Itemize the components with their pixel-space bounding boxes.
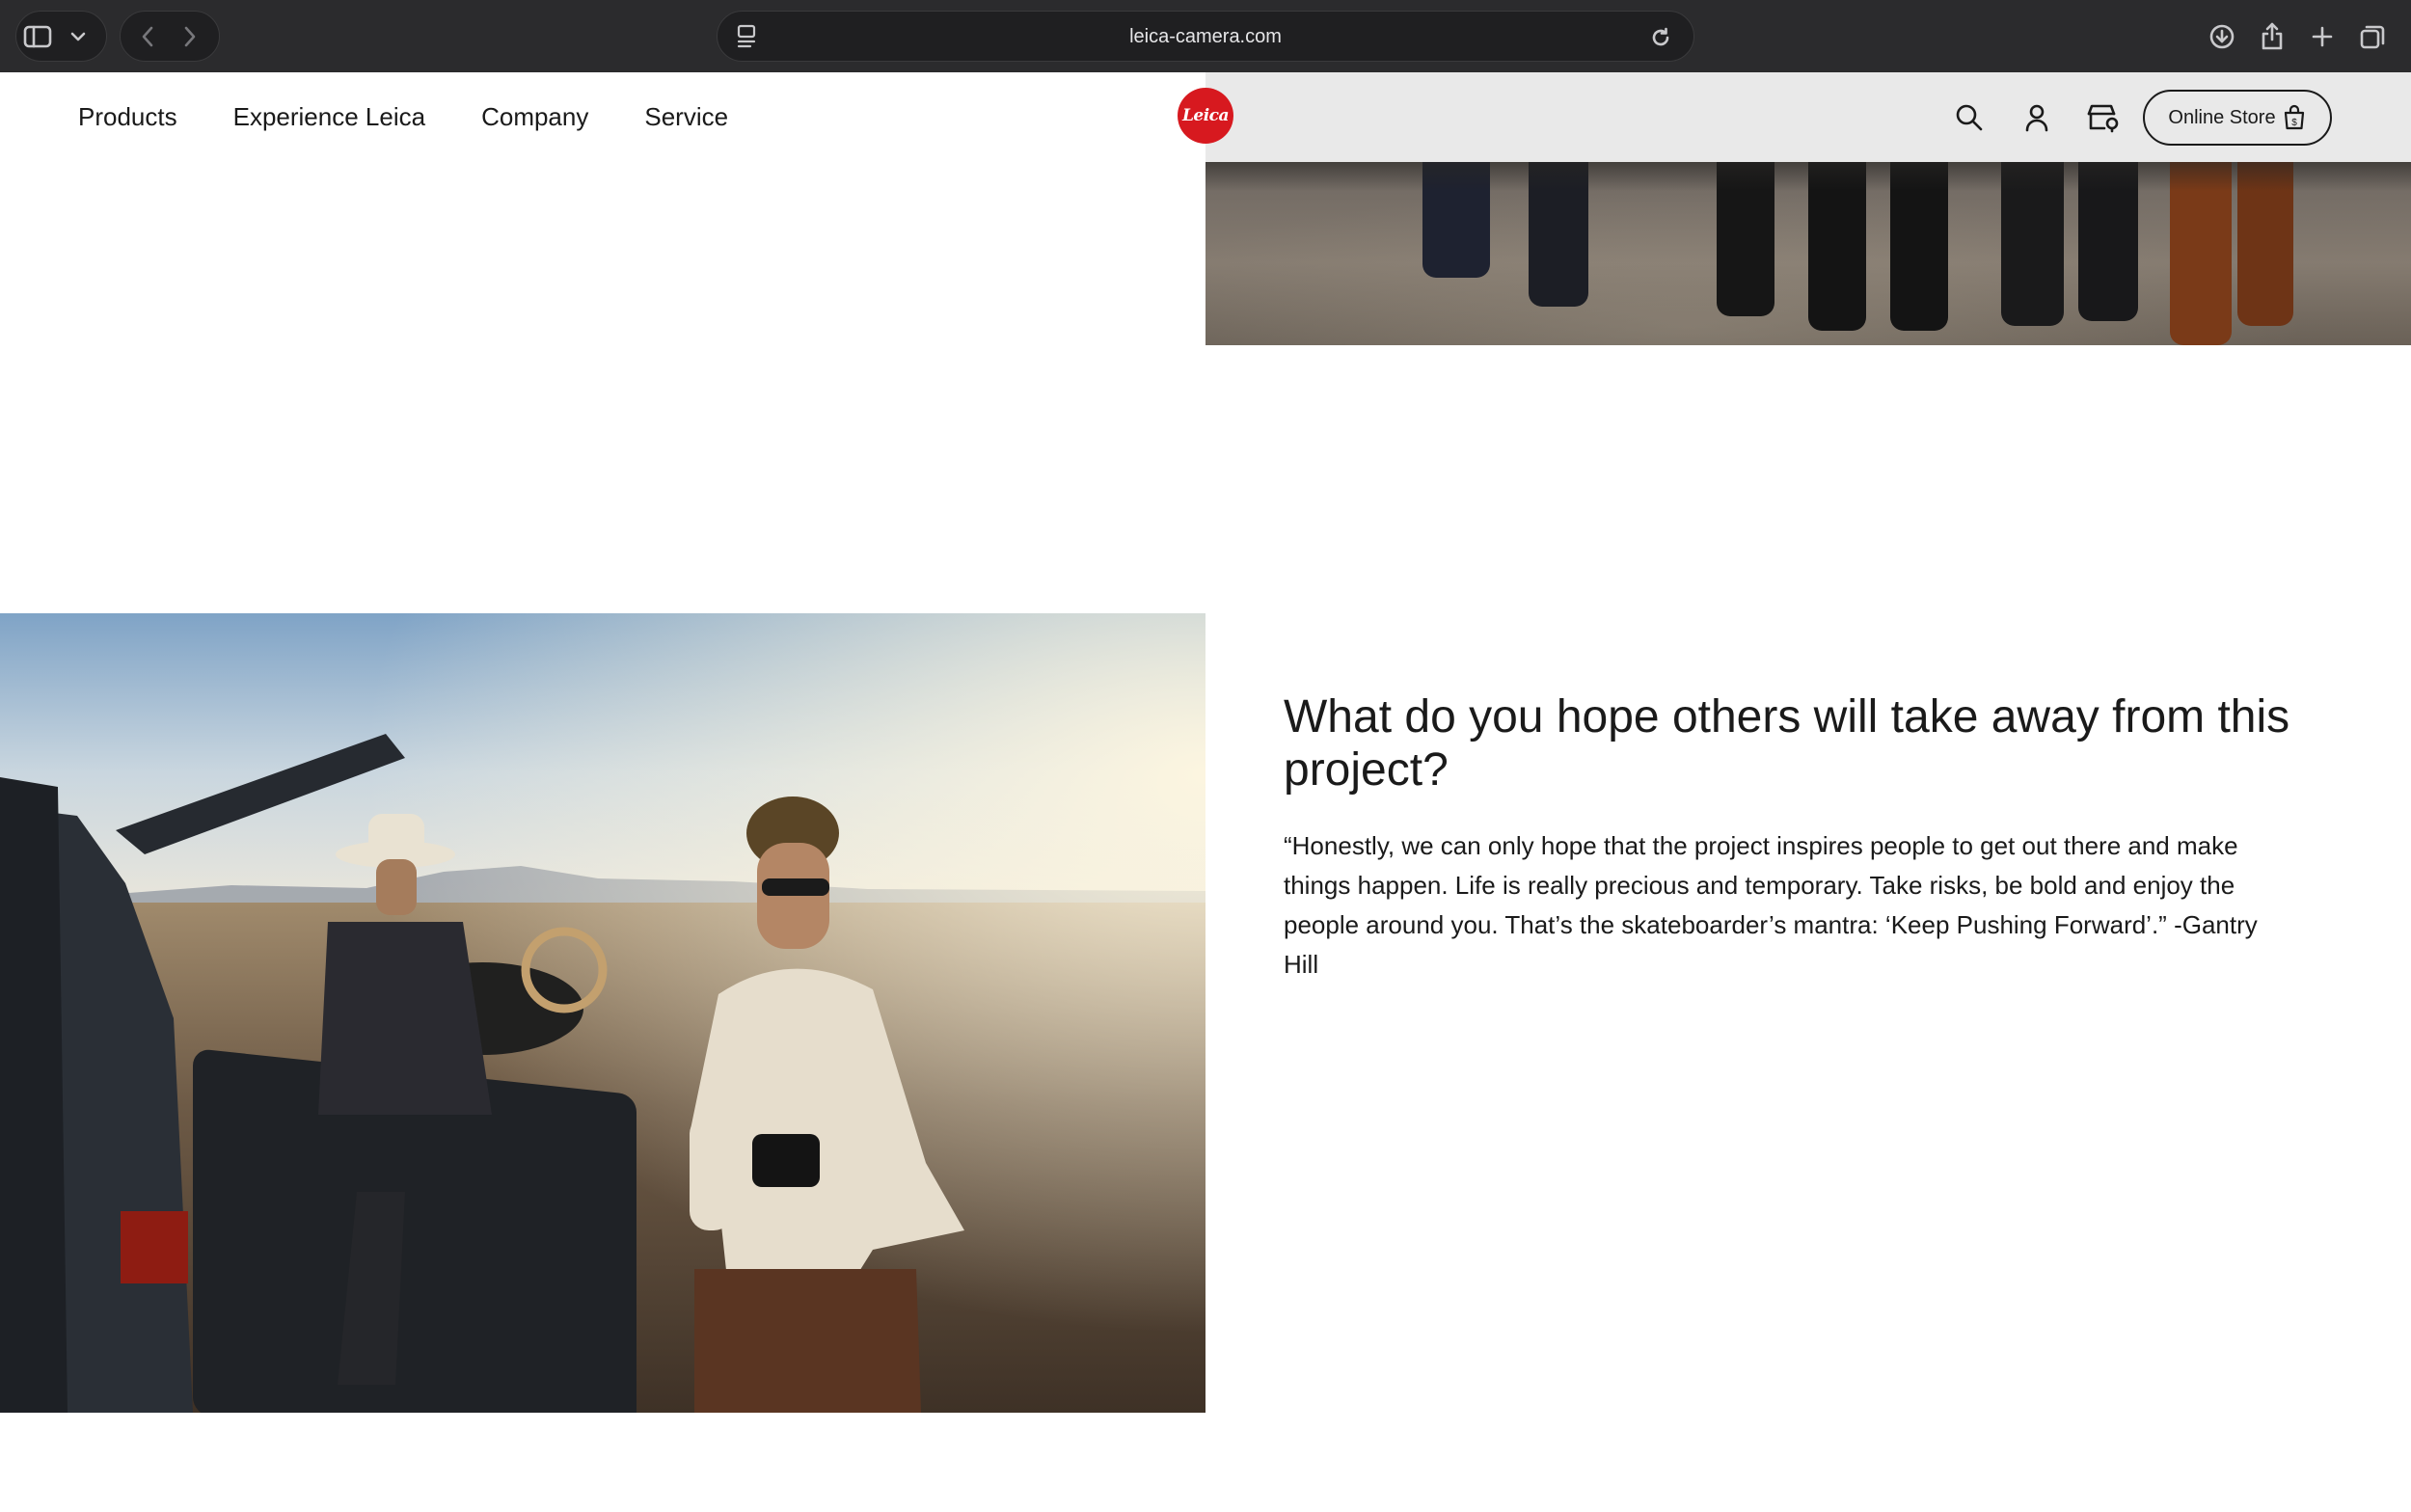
address-bar[interactable]: leica-camera.com bbox=[717, 11, 1694, 62]
nav-products[interactable]: Products bbox=[78, 102, 177, 132]
article-question: What do you hope others will take away f… bbox=[1284, 691, 2290, 796]
logo-wordmark: Leica bbox=[1181, 106, 1230, 125]
reload-icon[interactable] bbox=[1639, 16, 1682, 59]
account-icon[interactable] bbox=[2017, 97, 2057, 138]
main-nav: Products Experience Leica Company Servic… bbox=[78, 72, 784, 162]
article-photo-desert bbox=[0, 613, 1206, 1413]
chevron-down-icon[interactable] bbox=[59, 15, 97, 58]
article-photo-legs bbox=[1206, 162, 2411, 345]
nav-service[interactable]: Service bbox=[644, 102, 728, 132]
tabs-overview-icon[interactable] bbox=[2347, 15, 2397, 58]
shopping-bag-icon: $ bbox=[2284, 104, 2304, 130]
forward-icon[interactable] bbox=[169, 15, 211, 58]
nav-company[interactable]: Company bbox=[481, 102, 588, 132]
browser-actions bbox=[2197, 11, 2397, 62]
article-answer: “Honestly, we can only hope that the pro… bbox=[1284, 831, 2258, 979]
back-icon[interactable] bbox=[126, 15, 169, 58]
leica-logo[interactable]: Leica bbox=[1178, 88, 1233, 144]
svg-text:$: $ bbox=[2291, 118, 2297, 128]
download-icon[interactable] bbox=[2197, 15, 2247, 58]
online-store-label: Online Store bbox=[2168, 106, 2276, 128]
desert-scene-illustration bbox=[0, 613, 1206, 1413]
store-locator-icon[interactable] bbox=[2083, 97, 2124, 138]
browser-toolbar: leica-camera.com bbox=[0, 0, 2411, 72]
share-icon[interactable] bbox=[2247, 15, 2297, 58]
history-controls bbox=[120, 11, 220, 62]
nav-experience-leica[interactable]: Experience Leica bbox=[233, 102, 425, 132]
sidebar-control bbox=[15, 11, 107, 62]
new-tab-icon[interactable] bbox=[2297, 15, 2347, 58]
site-header: Products Experience Leica Company Servic… bbox=[0, 72, 2411, 162]
search-icon[interactable] bbox=[1949, 97, 1990, 138]
online-store-button[interactable]: Online Store $ bbox=[2143, 90, 2332, 146]
sidebar-icon[interactable] bbox=[16, 15, 59, 58]
url-text: leica-camera.com bbox=[1129, 26, 1282, 47]
